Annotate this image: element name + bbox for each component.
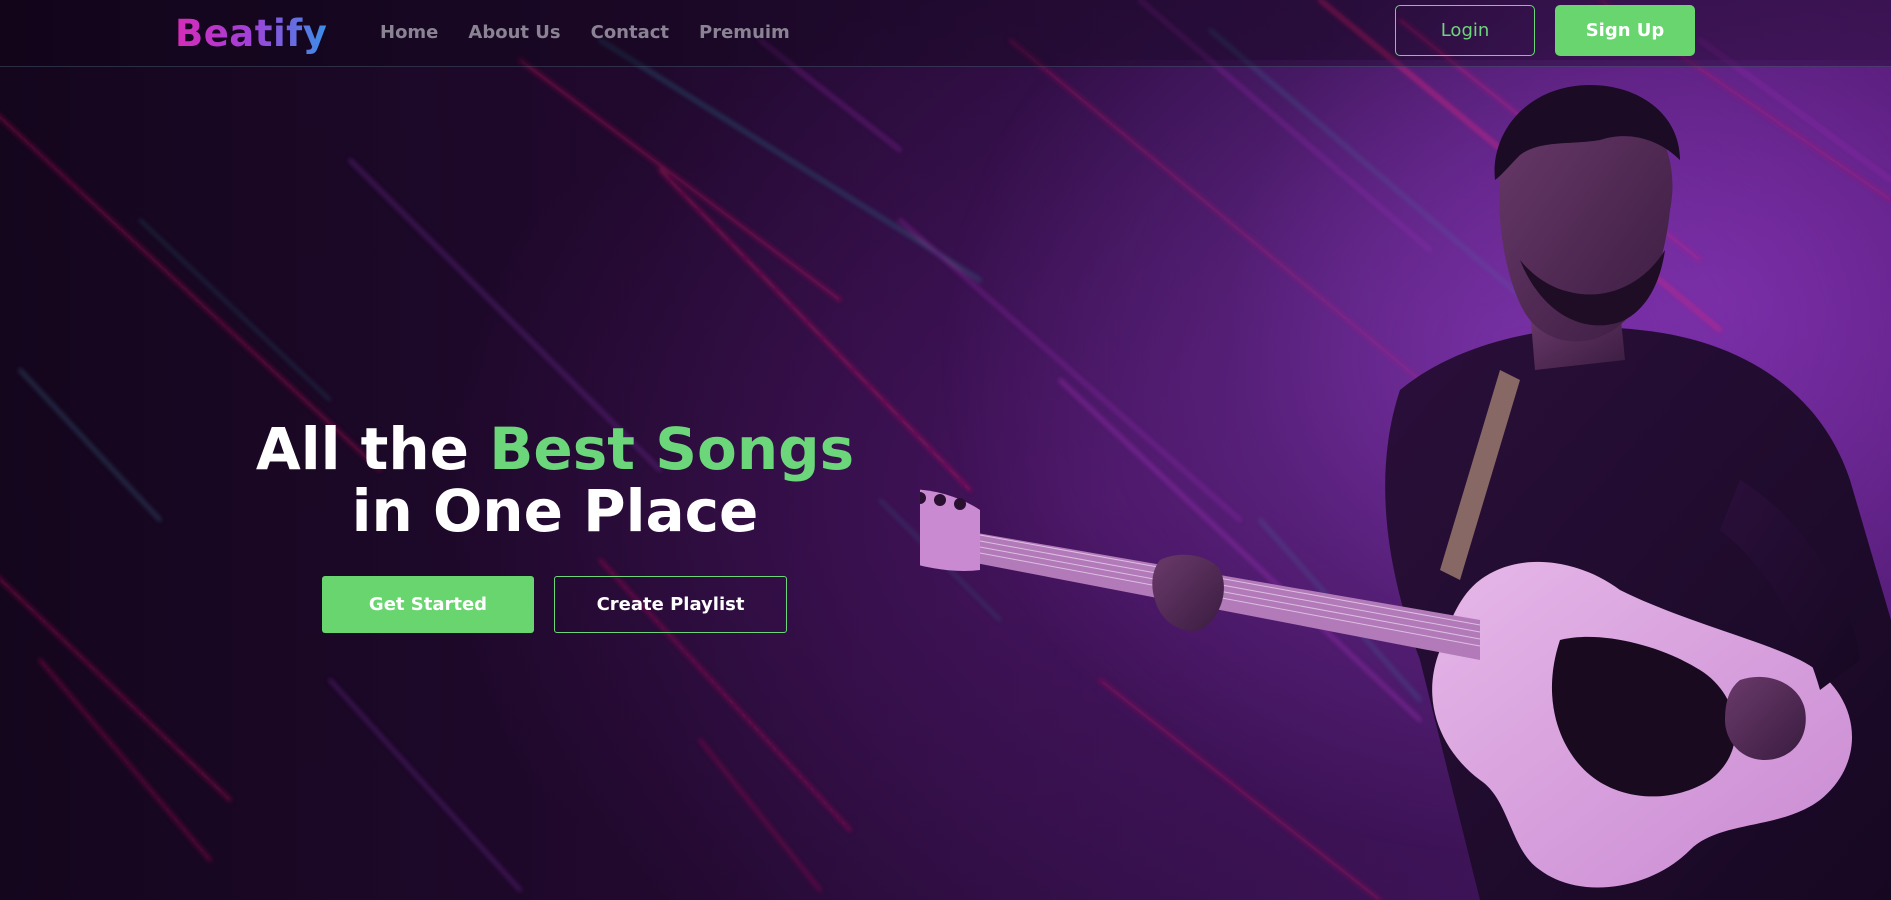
create-playlist-button[interactable]: Create Playlist [554,576,787,633]
login-button[interactable]: Login [1395,5,1535,56]
nav-link-premium[interactable]: Premuim [699,20,790,46]
hero-title-line2: in One Place [351,477,759,545]
guitarist-image [920,60,1891,900]
nav-link-about-us[interactable]: About Us [468,20,560,46]
top-navbar: Beatify Home About Us Contact Premuim Lo… [0,0,1891,67]
get-started-button[interactable]: Get Started [322,576,534,633]
sign-up-button[interactable]: Sign Up [1555,5,1695,56]
brand-logo[interactable]: Beatify [175,10,327,58]
hero-title: All the Best Songs in One Place [230,418,880,542]
hero-title-accent: Best Songs [489,415,855,483]
nav-link-contact[interactable]: Contact [591,20,669,46]
main-nav: Home About Us Contact Premuim [380,20,790,46]
hero-title-part1: All the [255,415,490,483]
landing-page: Beatify Home About Us Contact Premuim Lo… [0,0,1891,900]
nav-link-home[interactable]: Home [380,20,438,46]
